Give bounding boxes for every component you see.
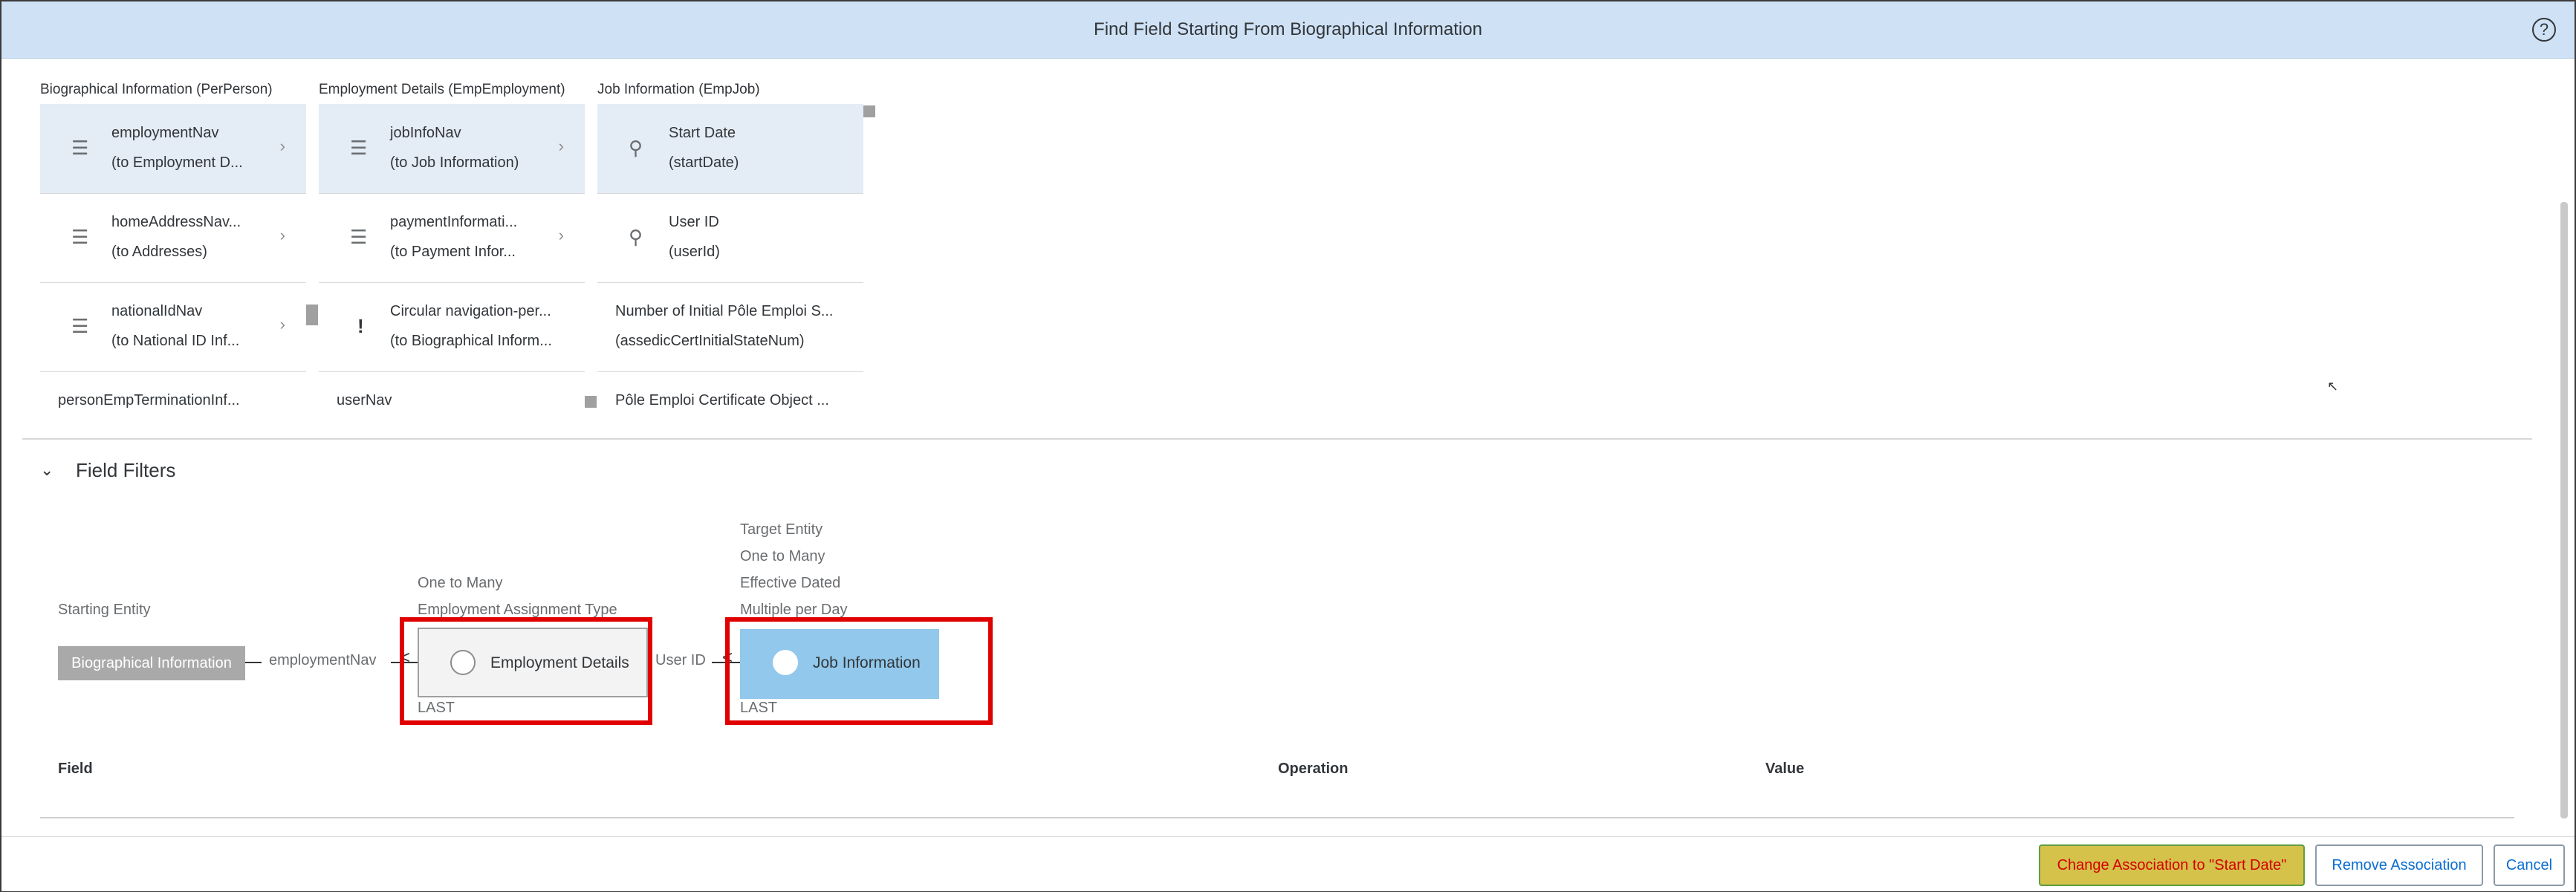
column-header-job: Job Information (EmpJob) [597,82,760,97]
tile-homeAddressNav[interactable]: ☰ homeAddressNav... (to Addresses) › [40,193,306,282]
link-userid-label: User ID [655,652,706,668]
job-target-label: Target Entity [740,521,823,538]
tile-jobInfoNav[interactable]: ☰ jobInfoNav (to Job Information) › [319,104,585,193]
tile-title: nationalIdNav [111,303,203,319]
tile-title: Start Date [669,125,736,141]
tile-pole-emploi-state[interactable]: Number of Initial Pôle Emploi S... (asse… [597,282,863,371]
tile-userNav[interactable]: userNav [319,371,585,431]
exclamation-icon: ! [357,315,364,337]
connector-line [245,662,262,663]
tile-subtitle: (to Job Information) [390,154,519,171]
tile-title: homeAddressNav... [111,214,241,230]
remove-association-button[interactable]: Remove Association [2315,844,2483,886]
column-header-operation: Operation [1278,761,1349,777]
chevron-right-icon: › [558,137,564,155]
job-relation-label: One to Many [740,548,825,564]
tile-title: Circular navigation-per... [390,303,551,319]
column-header-employment: Employment Details (EmpEmployment) [319,82,565,97]
find-field-dialog: Find Field Starting From Biographical In… [0,0,2576,892]
stack-icon: ☰ [71,315,89,337]
tile-title: userNav [337,392,392,408]
tile-circular-navigation[interactable]: ! Circular navigation-per... (to Biograp… [319,282,585,371]
tile-personEmpTermination[interactable]: personEmpTerminationInf... [40,371,306,431]
section-separator [22,438,2532,440]
cancel-button[interactable]: Cancel [2494,844,2565,886]
stack-icon: ☰ [350,226,368,248]
scroll-indicator[interactable] [306,305,318,325]
tile-start-date[interactable]: ⚲ Start Date (startDate) [597,104,863,193]
scroll-indicator[interactable] [863,105,875,117]
change-association-button[interactable]: Change Association to "Start Date" [2039,844,2305,886]
stack-icon: ☰ [71,226,89,248]
tile-employmentNav[interactable]: ☰ employmentNav (to Employment D... › [40,104,306,193]
chevron-right-icon: › [279,226,285,244]
tile-title: personEmpTerminationInf... [58,392,240,408]
stack-icon: ☰ [71,137,89,159]
link-employmentNav-label: employmentNav [269,652,377,668]
key-icon: ⚲ [629,137,643,159]
column-header-biographical: Biographical Information (PerPerson) [40,82,273,97]
dialog-footer: Change Association to "Start Date" Remov… [1,836,2575,891]
tile-title: Pôle Emploi Certificate Object ... [615,392,829,408]
dialog-title: Find Field Starting From Biographical In… [1094,19,1482,39]
stack-icon: ☰ [350,137,368,159]
tile-title: jobInfoNav [390,125,461,141]
tile-title: Number of Initial Pôle Emploi S... [615,303,834,319]
emp-relation-label: One to Many [418,575,503,591]
help-icon[interactable]: ? [2532,18,2556,42]
tile-title: paymentInformati... [390,214,518,230]
highlight-box [725,617,993,725]
chevron-right-icon: › [279,137,285,155]
tile-subtitle: (to Addresses) [111,244,207,260]
starting-entity-label: Starting Entity [58,602,151,618]
tile-pole-emploi-certificate[interactable]: Pôle Emploi Certificate Object ... [597,371,863,431]
key-icon: ⚲ [629,226,643,248]
chevron-right-icon: › [279,315,285,333]
tile-subtitle: (assedicCertInitialStateNum) [615,333,805,349]
chevron-right-icon: › [558,226,564,244]
field-filters-title[interactable]: Field Filters [76,459,175,482]
table-divider [40,817,2514,818]
tile-subtitle: (startDate) [669,154,739,171]
column-header-field: Field [58,761,93,777]
tile-nationalIdNav[interactable]: ☰ nationalIdNav (to National ID Inf... › [40,282,306,371]
emp-assignment-label: Employment Assignment Type [418,602,617,618]
tile-title: employmentNav [111,125,219,141]
job-multiple-label: Multiple per Day [740,602,848,618]
dialog-titlebar: Find Field Starting From Biographical In… [1,1,2575,59]
tile-paymentInformation[interactable]: ☰ paymentInformati... (to Payment Infor.… [319,193,585,282]
tile-subtitle: (to Biographical Inform... [390,333,552,349]
highlight-box [400,617,652,725]
vertical-scrollbar[interactable] [2560,202,2568,818]
tile-subtitle: (to Payment Infor... [390,244,516,260]
tile-subtitle: (userId) [669,244,720,260]
starting-entity-box[interactable]: Biographical Information [58,646,245,680]
column-header-value: Value [1765,761,1805,777]
tile-subtitle: (to National ID Inf... [111,333,240,349]
tile-user-id[interactable]: ⚲ User ID (userId) [597,193,863,282]
chevron-down-icon[interactable]: ⌄ [40,460,53,480]
tile-title: User ID [669,214,719,230]
scroll-indicator[interactable] [585,396,597,408]
job-effective-label: Effective Dated [740,575,841,591]
tile-subtitle: (to Employment D... [111,154,243,171]
mouse-cursor-icon: ↖ [2327,379,2339,394]
